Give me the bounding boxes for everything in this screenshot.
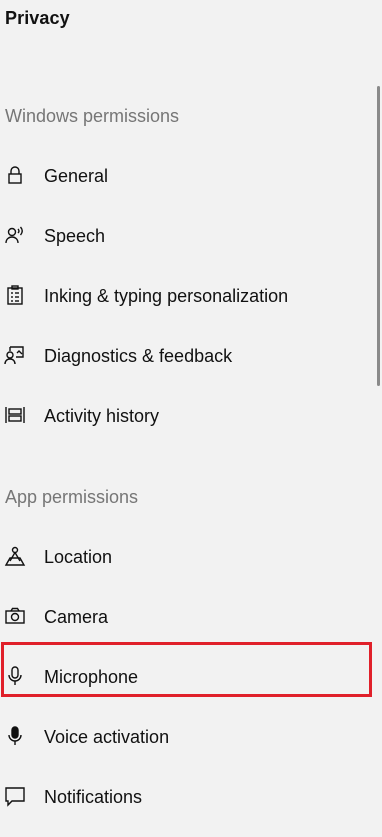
sidebar-item-label: Notifications: [44, 786, 143, 807]
section-heading-windows-permissions: Windows permissions: [5, 106, 180, 126]
sidebar-item-inking-typing[interactable]: Inking & typing personalization: [0, 274, 370, 318]
sidebar-item-voice-activation[interactable]: Voice activation: [0, 715, 370, 759]
sidebar-item-camera[interactable]: Camera: [0, 595, 370, 639]
sidebar-item-diagnostics-feedback[interactable]: Diagnostics & feedback: [0, 334, 370, 378]
sidebar-item-label: Location: [44, 546, 113, 567]
sidebar-item-microphone[interactable]: Microphone: [0, 655, 370, 699]
clipboard-icon: [4, 284, 26, 306]
section-heading-app-permissions: App permissions: [5, 487, 139, 507]
sidebar-item-label: Inking & typing personalization: [44, 285, 289, 306]
sidebar-item-notifications[interactable]: Notifications: [0, 775, 370, 819]
sidebar-item-location[interactable]: Location: [0, 535, 370, 579]
sidebar-item-speech[interactable]: Speech: [0, 214, 370, 258]
sidebar-item-label: Microphone: [44, 666, 139, 687]
sidebar-item-general[interactable]: General: [0, 154, 370, 198]
location-icon: [4, 545, 26, 567]
sidebar-item-activity-history[interactable]: Activity history: [0, 394, 370, 438]
scrollbar[interactable]: [377, 86, 380, 386]
voice-activation-icon: [4, 725, 26, 747]
speech-icon: [4, 224, 26, 246]
sidebar-item-label: Activity history: [44, 405, 160, 426]
notifications-icon: [4, 785, 26, 807]
feedback-icon: [4, 344, 26, 366]
page-title: Privacy: [5, 8, 70, 28]
sidebar-item-label: Diagnostics & feedback: [44, 345, 233, 366]
microphone-icon: [4, 665, 26, 687]
timeline-icon: [4, 404, 26, 426]
sidebar-item-label: General: [44, 165, 109, 186]
camera-icon: [4, 605, 26, 627]
lock-icon: [4, 164, 26, 186]
sidebar-item-label: Speech: [44, 225, 106, 246]
sidebar-item-label: Voice activation: [44, 726, 170, 747]
sidebar-item-label: Camera: [44, 606, 109, 627]
